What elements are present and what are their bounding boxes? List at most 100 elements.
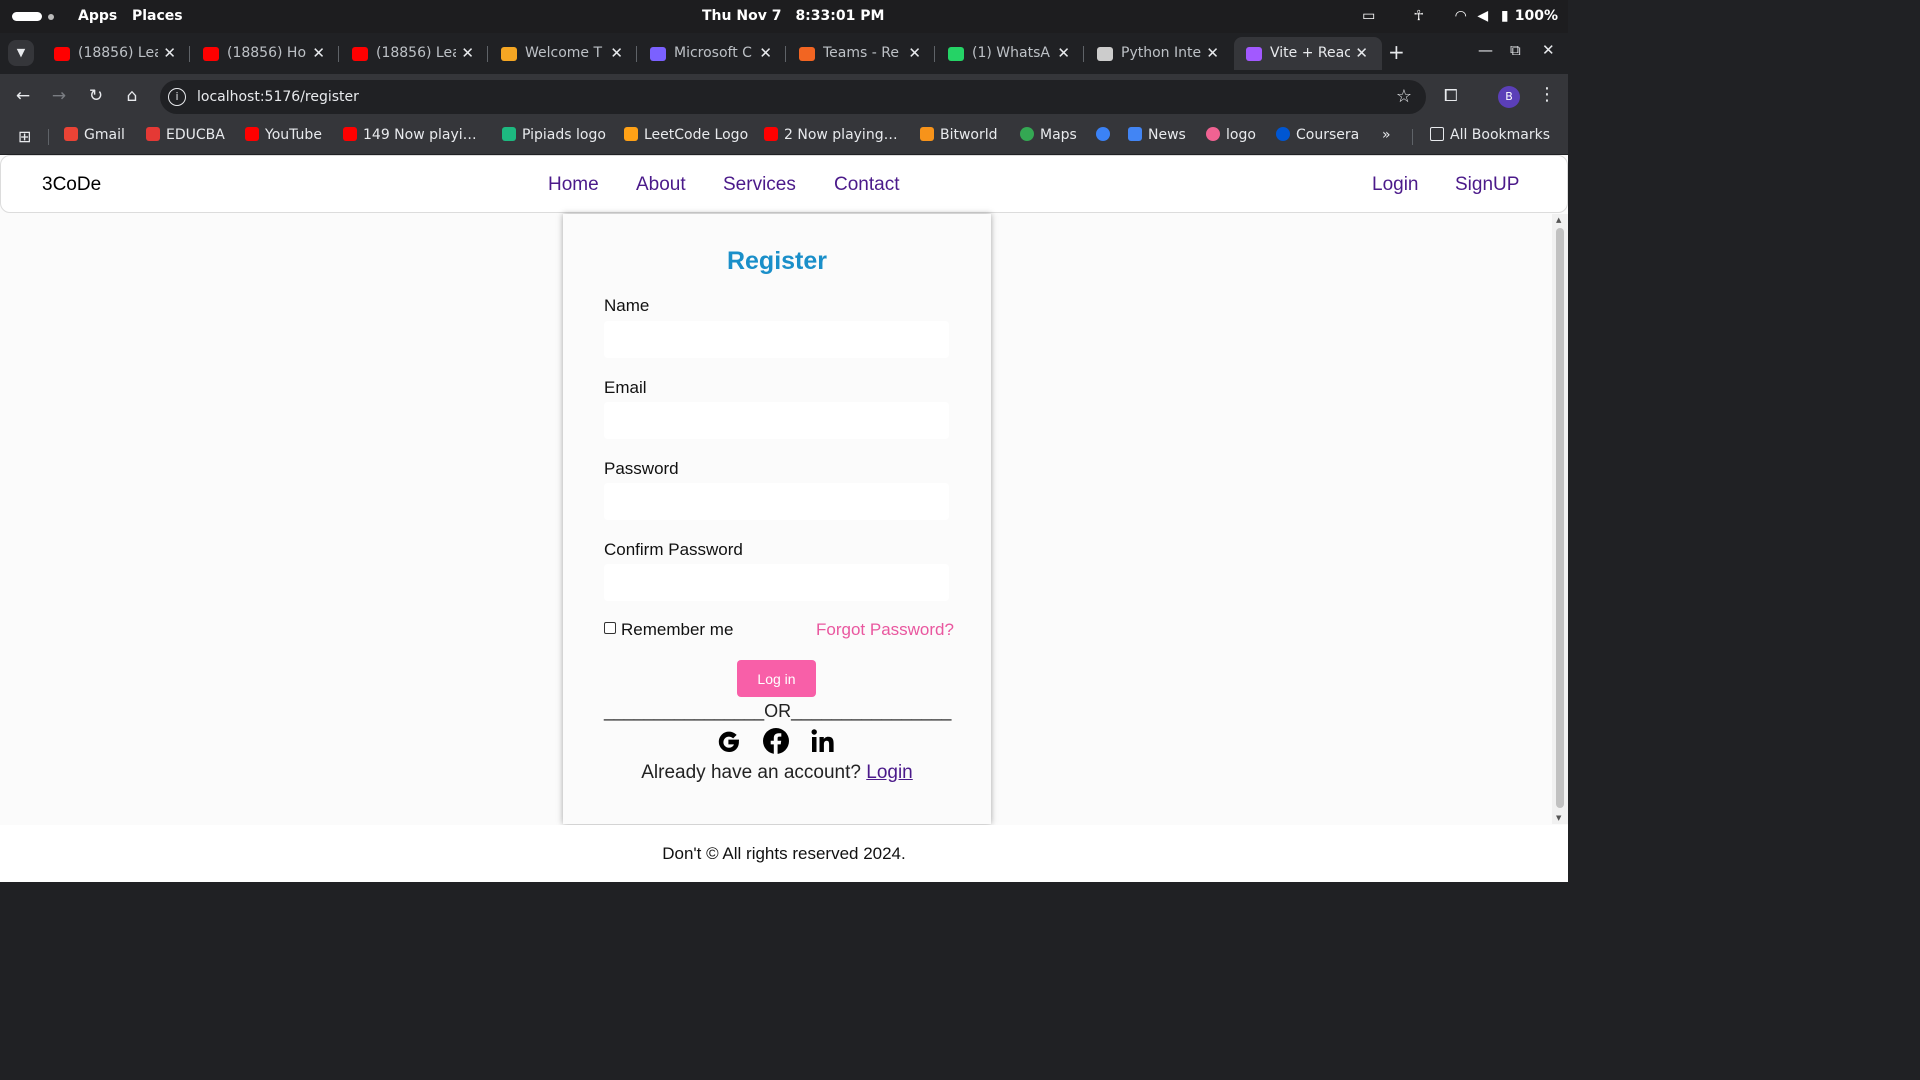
nav-contact-link[interactable]: Contact: [834, 174, 899, 196]
restore-icon[interactable]: ⧉: [1510, 41, 1521, 59]
home-button[interactable]: ⌂: [121, 86, 143, 106]
bookmark-item[interactable]: 149 Now playi…: [343, 127, 477, 143]
url-text[interactable]: localhost:5176/register: [197, 89, 359, 105]
bitworld-icon: [920, 127, 934, 141]
scroll-down-arrow[interactable]: ▼: [1556, 814, 1561, 822]
bookmark-item[interactable]: LeetCode Logo: [624, 127, 748, 143]
browser-tab[interactable]: Vite + Reac ✕: [1234, 37, 1382, 70]
address-bar[interactable]: i localhost:5176/register ☆: [160, 80, 1426, 114]
all-bookmarks-button[interactable]: All Bookmarks: [1430, 127, 1550, 143]
tab-title: Vite + Reac: [1270, 45, 1350, 61]
browser-tab[interactable]: (1) WhatsA ✕: [936, 37, 1084, 70]
browser-tab[interactable]: Teams - Re ✕: [787, 37, 935, 70]
site-brand[interactable]: 3CoDe: [42, 174, 101, 196]
new-tab-button[interactable]: +: [1388, 40, 1405, 64]
login-link[interactable]: Login: [866, 762, 913, 783]
system-tray[interactable]: ▭ ☥ ◠ ◀ ▮ 100%: [1359, 6, 1558, 26]
browser-tab[interactable]: (18856) Ho ✕: [191, 37, 339, 70]
tab-title: (18856) Lea: [78, 45, 158, 61]
activities-indicator[interactable]: [12, 12, 54, 21]
battery-label: 100%: [1514, 8, 1558, 24]
bookmarks-separator: [1412, 129, 1413, 145]
extensions-icon[interactable]: ⧠: [1444, 86, 1458, 106]
apps-grid-icon[interactable]: ⊞: [18, 127, 31, 146]
bookmark-item[interactable]: [1096, 127, 1116, 143]
bookmark-item[interactable]: Maps: [1020, 127, 1077, 143]
bookmark-label: Bitworld: [940, 127, 998, 143]
browser-tab[interactable]: Microsoft C ✕: [638, 37, 786, 70]
time-label: 8:33:01 PM: [795, 8, 885, 24]
nav-home-link[interactable]: Home: [548, 174, 599, 196]
tab-separator: [189, 46, 190, 62]
back-button[interactable]: ←: [12, 86, 34, 106]
name-label: Name: [604, 296, 650, 315]
close-tab-icon[interactable]: ✕: [1355, 44, 1368, 62]
bookmark-item[interactable]: 2 Now playing…: [764, 127, 898, 143]
clock[interactable]: Thu Nov 7 8:33:01 PM: [702, 8, 884, 24]
browser-menu-icon[interactable]: ⋮: [1538, 84, 1556, 105]
confirm-password-input[interactable]: [604, 564, 949, 601]
browser-tab[interactable]: Python Inte ✕: [1085, 37, 1233, 70]
close-tab-icon[interactable]: ✕: [163, 44, 176, 62]
scrollbar-thumb[interactable]: [1556, 228, 1564, 808]
tab-search-button[interactable]: ▼: [8, 40, 34, 66]
apps-menu[interactable]: Apps: [78, 8, 117, 24]
close-tab-icon[interactable]: ✕: [759, 44, 772, 62]
google-icon[interactable]: [715, 727, 743, 755]
close-tab-icon[interactable]: ✕: [312, 44, 325, 62]
messenger-icon: [1096, 127, 1110, 141]
bookmark-label: Maps: [1040, 127, 1077, 143]
close-tab-icon[interactable]: ✕: [908, 44, 921, 62]
bookmark-item[interactable]: Gmail: [64, 127, 125, 143]
bookmark-item[interactable]: YouTube: [245, 127, 322, 143]
browser-tab[interactable]: (18856) Lea ✕: [42, 37, 190, 70]
site-info-icon[interactable]: i: [168, 88, 186, 106]
page-scrollbar[interactable]: ▲ ▼: [1552, 214, 1568, 824]
bookmark-item[interactable]: logo: [1206, 127, 1256, 143]
close-tab-icon[interactable]: ✕: [1057, 44, 1070, 62]
close-tab-icon[interactable]: ✕: [610, 44, 623, 62]
tab-title: (1) WhatsA: [972, 45, 1050, 61]
profile-avatar[interactable]: B: [1498, 86, 1520, 108]
close-window-icon[interactable]: ✕: [1542, 41, 1555, 59]
close-tab-icon[interactable]: ✕: [1206, 44, 1219, 62]
coursera-icon: [1276, 127, 1290, 141]
bookmark-item[interactable]: Pipiads logo: [502, 127, 606, 143]
nav-login-link[interactable]: Login: [1372, 174, 1419, 196]
remember-me[interactable]: Remember me: [604, 620, 733, 640]
tab-separator: [338, 46, 339, 62]
volume-icon: ◀: [1477, 8, 1489, 24]
nav-about-link[interactable]: About: [636, 174, 686, 196]
bookmark-item[interactable]: Bitworld: [920, 127, 998, 143]
facebook-icon[interactable]: [762, 727, 790, 755]
accessibility-icon[interactable]: ☥: [1409, 6, 1429, 26]
clipboard-icon[interactable]: ▭: [1359, 6, 1379, 26]
bookmark-item[interactable]: News: [1128, 127, 1186, 143]
teams-icon: [799, 47, 815, 61]
bookmark-label: LeetCode Logo: [644, 127, 749, 143]
scroll-up-arrow[interactable]: ▲: [1556, 216, 1561, 224]
browser-tab[interactable]: (18856) Lea ✕: [340, 37, 488, 70]
linkedin-icon[interactable]: [809, 727, 837, 755]
email-input[interactable]: [604, 402, 949, 439]
bookmark-item[interactable]: Coursera: [1276, 127, 1359, 143]
login-button[interactable]: Log in: [737, 660, 816, 697]
places-menu[interactable]: Places: [132, 8, 183, 24]
minimize-icon[interactable]: —: [1478, 41, 1493, 59]
reload-button[interactable]: ↻: [85, 86, 107, 106]
bookmark-label: Coursera: [1296, 127, 1360, 143]
site-navbar: 3CoDe Home About Services Contact Login …: [0, 155, 1568, 213]
password-input[interactable]: [604, 483, 949, 520]
remember-me-checkbox[interactable]: [604, 622, 616, 634]
bookmark-star-icon[interactable]: ☆: [1396, 86, 1412, 107]
bookmarks-overflow-button[interactable]: »: [1382, 127, 1391, 143]
name-input[interactable]: [604, 321, 949, 358]
bookmark-item[interactable]: EDUCBA: [146, 127, 225, 143]
forward-button[interactable]: →: [48, 86, 70, 106]
browser-tab[interactable]: Welcome T ✕: [489, 37, 637, 70]
forgot-password-link[interactable]: Forgot Password?: [816, 620, 954, 640]
nav-signup-link[interactable]: SignUP: [1455, 174, 1519, 196]
close-tab-icon[interactable]: ✕: [461, 44, 474, 62]
or-divider: ________________OR________________: [604, 701, 952, 721]
nav-services-link[interactable]: Services: [723, 174, 796, 196]
